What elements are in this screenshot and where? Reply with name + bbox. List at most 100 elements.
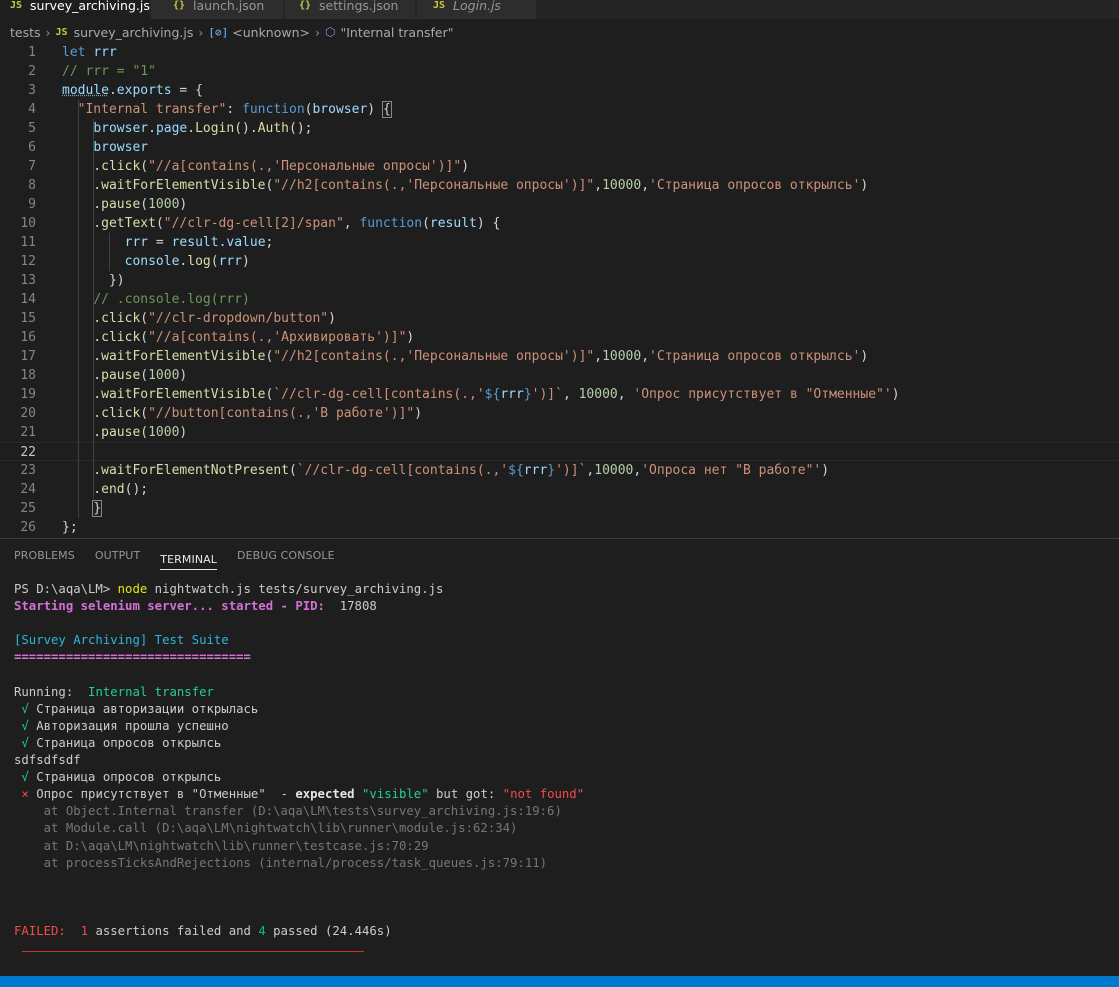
code-token: 'Страница опросов открылсь' — [649, 178, 861, 193]
code-line[interactable]: 6 browser — [0, 138, 1119, 157]
terminal-token: 17808 — [339, 599, 377, 614]
line-number: 15 — [20, 311, 36, 326]
tab-terminal[interactable]: TERMINAL — [160, 543, 218, 570]
code-token: . — [62, 482, 102, 497]
code-token: browser — [93, 140, 149, 155]
code-line[interactable]: 18 .pause(1000) — [0, 366, 1119, 385]
tab-output[interactable]: OUTPUT — [95, 539, 140, 573]
breadcrumb-file[interactable]: survey_archiving.js — [74, 25, 194, 40]
code-line[interactable]: 13 }) — [0, 271, 1119, 290]
code-text: .click("//a[contains(.,'Персональные опр… — [62, 157, 469, 176]
tab-login-js[interactable]: JS Login.js — [417, 0, 537, 19]
terminal-line: ================================ — [14, 649, 251, 666]
code-token: 'Страница опросов открылсь' — [649, 349, 861, 364]
code-line[interactable]: 17 .waitForElementVisible("//h2[contains… — [0, 347, 1119, 366]
code-line[interactable]: 2 // rrr = "1" — [0, 62, 1119, 81]
code-line[interactable]: 19 .waitForElementVisible(`//clr-dg-cell… — [0, 385, 1119, 404]
code-token: "//clr-dropdown/button" — [148, 311, 329, 326]
code-token: `//clr-dg-cell[contains(.,' — [296, 463, 509, 478]
terminal-token: Running: — [14, 684, 89, 699]
code-token: . — [62, 311, 102, 326]
code-token: . — [62, 197, 102, 212]
breadcrumb-symbol[interactable]: <unknown> — [232, 25, 310, 40]
code-line[interactable]: 25 } — [0, 499, 1119, 518]
code-line[interactable]: 4 "Internal transfer": function(browser)… — [0, 100, 1119, 119]
code-token: ( — [155, 216, 164, 231]
code-token: ) — [179, 368, 188, 383]
breadcrumb-member[interactable]: "Internal transfer" — [340, 25, 453, 40]
code-line[interactable]: 15 .click("//clr-dropdown/button") — [0, 309, 1119, 328]
method-cube-icon: ⬡ — [325, 25, 336, 39]
code-line[interactable]: 8 .waitForElementVisible("//h2[contains(… — [0, 176, 1119, 195]
code-token: "//a[contains(.,'Архивировать')]" — [148, 330, 407, 345]
tab-settings-json[interactable]: {} settings.json — [285, 0, 416, 19]
line-number: 11 — [20, 235, 36, 250]
code-line[interactable]: 21 .pause(1000) — [0, 423, 1119, 442]
line-number: 6 — [28, 140, 36, 155]
code-text: .pause(1000) — [62, 195, 187, 214]
code-line[interactable]: 24 .end(); — [0, 480, 1119, 499]
code-token: end — [101, 482, 125, 497]
code-text: .waitForElementVisible("//h2[contains(.,… — [62, 347, 868, 366]
code-token: waitForElementVisible — [101, 178, 266, 193]
code-token: ( — [140, 406, 149, 421]
code-line[interactable]: 20 .click("//button[contains(.,'В работе… — [0, 404, 1119, 423]
code-text: module.exports = { — [62, 81, 203, 100]
code-line[interactable]: 5 browser.page.Login().Auth(); — [0, 119, 1119, 138]
code-line[interactable]: 22 — [0, 442, 1119, 461]
tab-debug-console[interactable]: DEBUG CONSOLE — [237, 539, 335, 573]
terminal-token: Starting selenium server... started - PI… — [14, 599, 340, 614]
code-text: .waitForElementNotPresent(`//clr-dg-cell… — [62, 461, 829, 480]
code-editor[interactable]: 1 let rrr 2// rrr = "1" 3 module.exports = {… — [0, 42, 1119, 538]
code-token: ) — [821, 463, 830, 478]
terminal-line: FAILED: 1 assertions failed and 4 passed… — [14, 923, 392, 940]
code-line[interactable]: 7 .click("//a[contains(.,'Персональные о… — [0, 157, 1119, 176]
code-token: function — [242, 102, 305, 117]
line-number: 23 — [20, 463, 36, 478]
tab-launch-json[interactable]: {} launch.json — [151, 0, 284, 19]
terminal-token: Страница опросов открылсь — [28, 770, 222, 785]
code-line[interactable]: 14 // .console.log(rrr) — [0, 290, 1119, 309]
code-text: browser — [62, 138, 148, 157]
line-number: 22 — [20, 445, 36, 460]
code-token: = — [148, 235, 172, 250]
tab-survey-archiving[interactable]: JS survey_archiving.js × — [0, 0, 169, 19]
code-token: 1000 — [148, 197, 180, 212]
code-token: "Internal transfer" — [77, 102, 227, 117]
chevron-right-icon: › — [315, 24, 320, 40]
line-number: 19 — [20, 387, 36, 402]
code-line[interactable]: 1 let rrr — [0, 43, 1119, 62]
code-line[interactable]: 23 .waitForElementNotPresent(`//clr-dg-c… — [0, 461, 1119, 480]
code-line[interactable]: 16 .click("//a[contains(.,'Архивировать'… — [0, 328, 1119, 347]
editor-tab-bar: JS survey_archiving.js × {} launch.json … — [0, 0, 1119, 19]
line-number: 2 — [28, 64, 36, 79]
code-line[interactable]: 12 console.log(rrr) — [0, 252, 1119, 271]
code-token: ( — [210, 254, 219, 269]
code-token: rrr — [124, 235, 149, 250]
chevron-right-icon: › — [198, 24, 204, 40]
breadcrumb-folder[interactable]: tests — [10, 25, 41, 40]
code-line[interactable]: 3 module.exports = { — [0, 81, 1119, 100]
code-text: .getText("//clr-dg-cell[2]/span", functi… — [62, 214, 500, 233]
line-number: 12 — [20, 254, 36, 269]
code-line[interactable]: 11 rrr = result.value; — [0, 233, 1119, 252]
code-token: ( — [140, 425, 149, 440]
code-text: } — [62, 499, 103, 518]
line-number: 5 — [28, 121, 36, 136]
code-token: ) — [891, 387, 900, 402]
code-token: getText — [101, 216, 156, 231]
code-line[interactable]: 10 .getText("//clr-dg-cell[2]/span", fun… — [0, 214, 1119, 233]
code-token: 'Опроса нет "В работе"' — [641, 463, 822, 478]
code-token: "//a[contains(.,'Персональные опросы')]" — [148, 159, 462, 174]
terminal-token: at processTicksAndRejections (internal/p… — [14, 855, 548, 870]
code-token: ) — [179, 197, 188, 212]
code-line[interactable]: 9 .pause(1000) — [0, 195, 1119, 214]
tab-problems[interactable]: PROBLEMS — [14, 539, 75, 573]
code-text: .waitForElementVisible(`//clr-dg-cell[co… — [62, 385, 900, 404]
code-token: ) — [328, 311, 336, 326]
code-token: "//h2[contains(.,'Персональные опросы')]… — [273, 178, 595, 193]
code-line[interactable]: 26}; — [0, 518, 1119, 537]
terminal-line: √ Страница опросов открылсь — [14, 769, 221, 786]
code-token: = { — [171, 83, 203, 98]
terminal-line: √ Страница авторизации открылась — [14, 701, 258, 718]
